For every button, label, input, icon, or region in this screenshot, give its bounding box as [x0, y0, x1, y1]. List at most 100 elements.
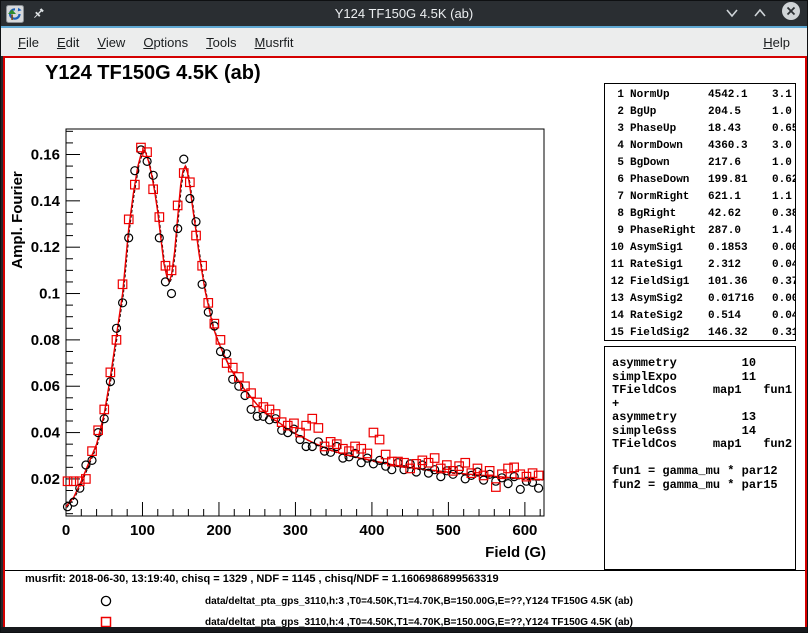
- window-bottom-edge: [1, 627, 807, 632]
- y-tick-label: 0.16: [31, 146, 60, 163]
- series-squares-group: [63, 143, 543, 491]
- param-row: 1 NormUp 4542.1 3.1: [609, 87, 795, 104]
- param-name: AsymSig2: [630, 291, 702, 308]
- param-row: 12FieldSig1101.360.37: [609, 274, 795, 291]
- param-name: BgUp: [630, 104, 702, 121]
- param-row: 5 BgDown 217.6 1.0: [609, 155, 795, 172]
- param-error: 1.0: [772, 155, 795, 172]
- legend-circle-marker: [99, 594, 113, 613]
- menu-item-file[interactable]: File: [9, 31, 48, 54]
- param-row: 8BgRight42.620.38: [609, 206, 795, 223]
- param-row: 14 RateSig2 0.514 0.045: [609, 308, 795, 325]
- param-num: 3: [609, 121, 624, 138]
- theory-pave[interactable]: asymmetry 10 simplExpo 11 TFieldCos map1…: [604, 346, 796, 570]
- maximize-button[interactable]: [753, 5, 767, 23]
- x-tick-label: 400: [359, 522, 384, 539]
- window-title: Y124 TF150G 4.5K (ab): [1, 6, 807, 21]
- pin-icon[interactable]: [32, 7, 46, 21]
- y-tick-label: 0.02: [31, 471, 60, 488]
- param-name: NormUp: [630, 87, 702, 104]
- param-name: BgDown: [630, 155, 702, 172]
- param-row: 6PhaseDown199.810.62: [609, 172, 795, 189]
- fourier-plot: 01002003004005006000.020.040.060.080.10.…: [5, 58, 605, 570]
- param-name: RateSig2: [630, 308, 702, 325]
- fit-parameter-pave[interactable]: 1NormUp4542.13.12BgUp204.51.03PhaseUp18.…: [604, 83, 796, 341]
- param-row: 13 AsymSig2 0.01716 0.00098: [609, 291, 795, 308]
- param-error: 0.0028: [772, 240, 796, 257]
- param-value: 0.1853: [708, 240, 766, 257]
- menu-item-help[interactable]: Help: [754, 31, 799, 54]
- param-num: 12: [609, 274, 624, 291]
- param-name: RateSig1: [630, 257, 702, 274]
- plot-frame: [66, 129, 544, 516]
- param-name: NormDown: [630, 138, 702, 155]
- param-error: 0.65: [772, 121, 796, 138]
- param-name: PhaseUp: [630, 121, 702, 138]
- param-value: 2.312: [708, 257, 766, 274]
- param-value: 18.43: [708, 121, 766, 138]
- x-tick-label: 600: [512, 522, 537, 539]
- param-error: 0.38: [772, 206, 796, 223]
- param-name: NormRight: [630, 189, 702, 206]
- close-button[interactable]: [781, 1, 801, 26]
- param-value: 621.1: [708, 189, 766, 206]
- x-axis-title: Field (G): [485, 544, 546, 561]
- param-name: BgRight: [630, 206, 702, 223]
- param-row: 3 PhaseUp 18.43 0.65: [609, 121, 795, 138]
- param-value: 287.0: [708, 223, 766, 240]
- param-value: 101.36: [708, 274, 766, 291]
- x-tick-label: 300: [283, 522, 308, 539]
- param-row: 7 NormRight 621.1 1.1: [609, 189, 795, 206]
- series-circles-group: [64, 146, 543, 511]
- menu-item-view[interactable]: View: [88, 31, 134, 54]
- menu-item-tools[interactable]: Tools: [197, 31, 245, 54]
- param-value: 146.32: [708, 325, 766, 341]
- param-num: 8: [609, 206, 624, 223]
- param-error: 3.1: [772, 87, 795, 104]
- param-num: 13: [609, 291, 624, 308]
- param-name: PhaseRight: [630, 223, 702, 240]
- menu-item-edit[interactable]: Edit: [48, 31, 88, 54]
- param-name: PhaseDown: [630, 172, 702, 189]
- param-num: 7: [609, 189, 624, 206]
- x-tick-label: 200: [206, 522, 231, 539]
- param-error: 1.0: [772, 104, 795, 121]
- param-num: 14: [609, 308, 624, 325]
- menu-item-options[interactable]: Options: [134, 31, 197, 54]
- fit-curve-red: [66, 150, 542, 507]
- param-num: 1: [609, 87, 624, 104]
- param-error: 3.0: [772, 138, 795, 155]
- app-icon[interactable]: [6, 5, 24, 23]
- param-num: 9: [609, 223, 624, 240]
- param-value: 217.6: [708, 155, 766, 172]
- param-row: 9PhaseRight287.01.4: [609, 223, 795, 240]
- legend-row: data/deltat_pta_gps_3110,h:3 ,T0=4.50K,T…: [5, 594, 805, 610]
- param-num: 4: [609, 138, 624, 155]
- param-name: FieldSig1: [630, 274, 702, 291]
- y-axis-title: Ampl. Fourier: [9, 171, 26, 269]
- stats-separator-line: [5, 570, 805, 571]
- param-value: 4360.3: [708, 138, 766, 155]
- y-tick-label: 0.08: [31, 332, 60, 349]
- param-value: 4542.1: [708, 87, 766, 104]
- theory-text: asymmetry 10 simplExpo 11 TFieldCos map1…: [612, 357, 795, 492]
- param-value: 199.81: [708, 172, 766, 189]
- param-value: 0.01716: [708, 291, 766, 308]
- y-tick-label: 0.1: [39, 286, 60, 303]
- param-error: 0.045: [772, 308, 796, 325]
- param-error: 0.043: [772, 257, 796, 274]
- title-bar[interactable]: Y124 TF150G 4.5K (ab): [1, 1, 807, 26]
- minimize-button[interactable]: [725, 5, 739, 23]
- param-value: 204.5: [708, 104, 766, 121]
- y-tick-label: 0.06: [31, 378, 60, 395]
- param-error: 0.00098: [772, 291, 796, 308]
- param-error: 0.31: [772, 325, 796, 341]
- param-value: 0.514: [708, 308, 766, 325]
- param-error: 1.1: [772, 189, 795, 206]
- param-name: AsymSig1: [630, 240, 702, 257]
- root-canvas[interactable]: Y124 TF150G 4.5K (ab) 010020030040050060…: [3, 56, 807, 629]
- legend-label: data/deltat_pta_gps_3110,h:3 ,T0=4.50K,T…: [205, 596, 633, 607]
- x-tick-label: 500: [436, 522, 461, 539]
- param-num: 5: [609, 155, 624, 172]
- menu-item-musrfit[interactable]: Musrfit: [246, 31, 303, 54]
